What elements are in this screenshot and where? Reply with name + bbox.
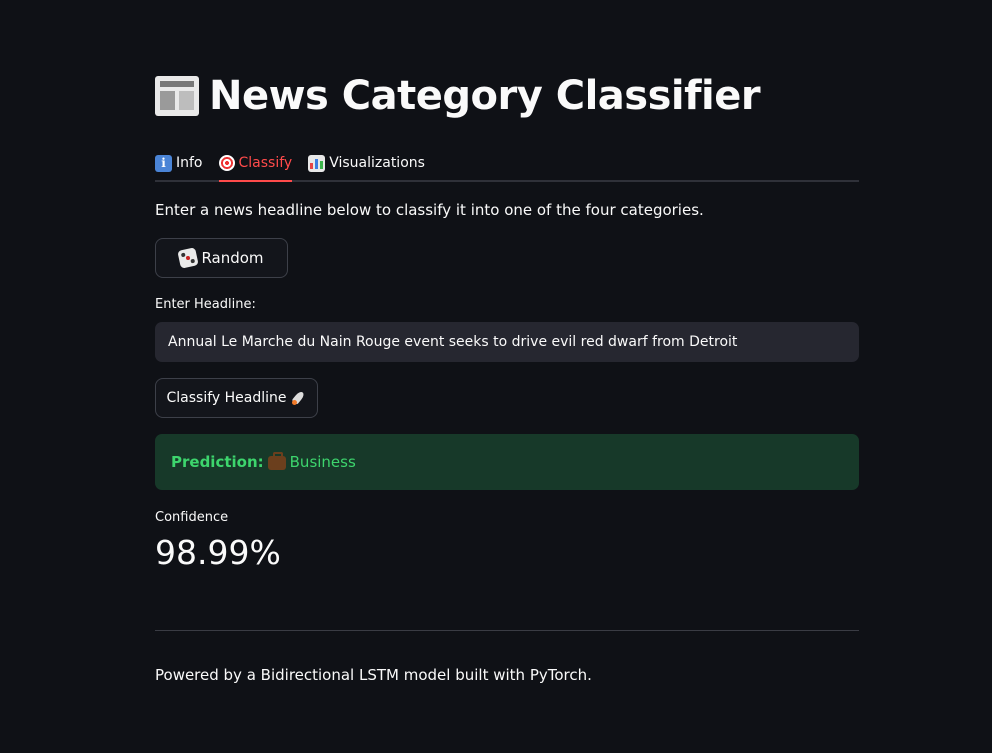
random-button[interactable]: Random: [155, 238, 288, 278]
classify-description: Enter a news headline below to classify …: [155, 201, 704, 219]
footer-text: Powered by a Bidirectional LSTM model bu…: [155, 666, 592, 684]
dice-icon: [177, 247, 200, 269]
page-title: News Category Classifier: [155, 70, 761, 122]
divider: [155, 630, 859, 631]
tab-info[interactable]: i Info: [155, 146, 203, 180]
tab-visualizations-label: Visualizations: [329, 155, 425, 171]
target-icon: [218, 155, 235, 171]
tab-visualizations[interactable]: Visualizations: [308, 146, 425, 180]
tab-bar: i Info Classify Visualizations: [155, 146, 859, 182]
confidence-value: 98.99%: [155, 533, 281, 572]
briefcase-icon: [267, 452, 286, 470]
prediction-category: Business: [289, 453, 356, 471]
prediction-alert: Prediction: Business: [155, 434, 859, 490]
bar-chart-icon: [308, 154, 326, 172]
rocket-icon: [291, 390, 307, 406]
confidence-label: Confidence: [155, 510, 229, 525]
random-button-label: Random: [201, 249, 264, 267]
classify-headline-button[interactable]: Classify Headline: [155, 378, 318, 418]
tab-info-label: Info: [176, 155, 203, 171]
headline-input[interactable]: [155, 322, 859, 362]
tab-classify-label: Classify: [238, 155, 293, 171]
app-page: News Category Classifier i Info Classify…: [0, 0, 992, 753]
classify-button-label: Classify Headline: [166, 390, 287, 406]
tab-classify[interactable]: Classify: [218, 146, 293, 182]
headline-label: Enter Headline:: [155, 297, 256, 312]
newspaper-icon: [155, 76, 199, 116]
page-title-text: News Category Classifier: [209, 73, 761, 119]
info-icon: i: [155, 154, 172, 172]
prediction-prefix: Prediction:: [171, 453, 264, 471]
